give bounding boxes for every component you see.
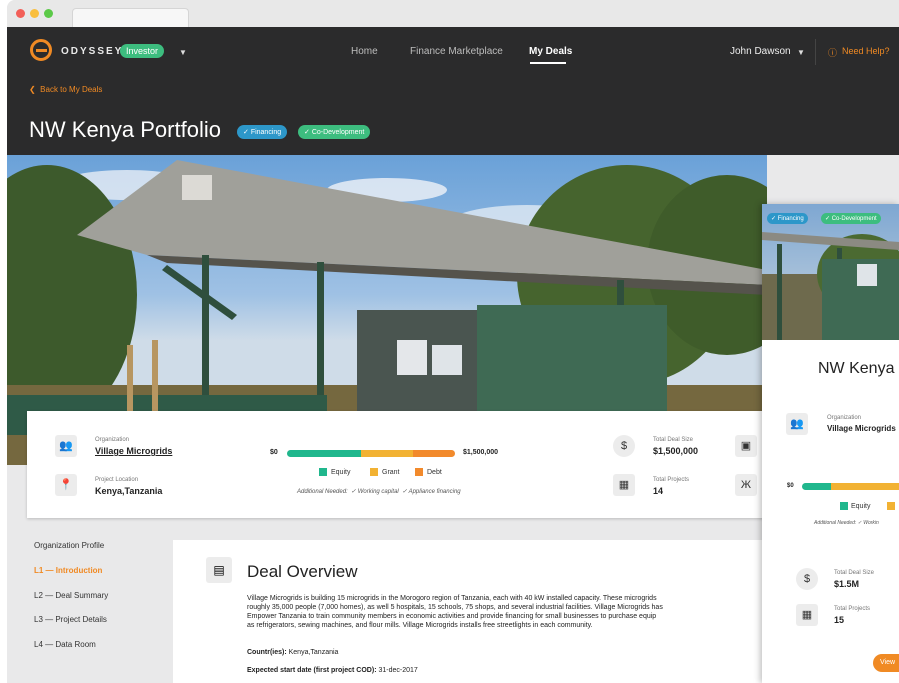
bar-min-label: $0: [270, 449, 278, 456]
panel-projects-label: Total Projects: [834, 606, 871, 612]
panel-bar-min: $0: [787, 483, 794, 489]
view-deal-button[interactable]: View: [873, 654, 899, 672]
help-label: Need Help?: [842, 46, 890, 56]
overview-line: Village Microgrids is building 15 microg…: [247, 595, 657, 602]
panel-tag-co-development: ✓ Co-Development: [821, 213, 881, 224]
panel-deal-size-value: $1.5M: [834, 579, 860, 589]
browser-chrome: [7, 0, 899, 29]
nav-finance-marketplace[interactable]: Finance Marketplace: [410, 46, 503, 57]
user-dropdown-icon[interactable]: ▼: [797, 48, 805, 57]
deal-card-preview[interactable]: ✓ Financing ✓ Co-Development NW Kenya 👥 …: [762, 204, 899, 683]
overview-line: as refrigerators, sewing machines, and f…: [247, 622, 593, 629]
deal-header: ❮ Back to My Deals NW Kenya Portfolio ✓ …: [7, 77, 899, 155]
countries-row: Countr(ies): Kenya,Tanzania: [247, 649, 338, 656]
need-appliance-financing: Appliance financing: [408, 489, 461, 495]
legend-equity-swatch: [319, 468, 327, 476]
panel-legend-equity-swatch: [840, 502, 848, 510]
page-title: NW Kenya Portfolio: [29, 117, 221, 142]
close-dot[interactable]: [16, 9, 25, 18]
dollar-icon: $: [613, 435, 635, 457]
panel-group-icon: 👥: [786, 413, 808, 435]
need-working-capital: Working capital: [357, 489, 399, 495]
overview-title: Deal Overview: [247, 562, 358, 581]
org-label: Organization: [95, 437, 130, 443]
browser-window: ODYSSEY Investor ▼ Home Finance Marketpl…: [7, 0, 899, 683]
role-badge[interactable]: Investor: [120, 44, 165, 58]
overview-text: Village Microgrids is building 15 microg…: [247, 594, 767, 630]
deal-overview-section: ▤ Deal Overview Village Microgrids is bu…: [173, 540, 773, 683]
zoom-dot[interactable]: [44, 9, 53, 18]
nav-home[interactable]: Home: [351, 46, 378, 57]
sidebar-item-data-room[interactable]: L4 — Data Room: [34, 640, 96, 649]
sidebar-item-introduction[interactable]: L1 — Introduction: [34, 566, 102, 575]
location-value: Kenya,Tanzania: [95, 486, 163, 496]
back-label: Back to My Deals: [40, 85, 103, 94]
pin-icon: 📍: [55, 474, 77, 496]
panel-legend-equity: Equity: [851, 503, 871, 510]
panel-bar-grant: [831, 483, 899, 490]
panel-projects-value: 15: [834, 615, 845, 625]
countries-value: Kenya,Tanzania: [288, 649, 339, 656]
sidebar-item-project-details[interactable]: L3 — Project Details: [34, 615, 107, 624]
org-link[interactable]: Village Microgrids: [95, 446, 172, 456]
chart-icon: ▣: [735, 435, 757, 457]
panel-additional-needed: Additional Needed: ✓ Workin: [814, 520, 879, 526]
tag-financing: ✓ Financing: [237, 125, 288, 139]
deal-size-label: Total Deal Size: [653, 437, 694, 443]
panel-legend-grant-swatch: [887, 502, 895, 510]
legend-debt-swatch: [415, 468, 423, 476]
role-dropdown-icon[interactable]: ▼: [179, 48, 187, 57]
legend-debt: Debt: [427, 469, 442, 476]
deal-card-photo: ✓ Financing ✓ Co-Development: [762, 204, 899, 340]
back-chevron-icon: ❮: [29, 85, 36, 94]
start-date-label: Expected start date (first project COD):: [247, 667, 377, 674]
solar-panel-icon: ▦: [613, 474, 635, 496]
deal-card-illustration: [762, 232, 899, 340]
legend-grant: Grant: [382, 469, 400, 476]
start-date-value: 31-dec-2017: [378, 667, 418, 674]
sidebar-item-org-profile[interactable]: Organization Profile: [34, 541, 104, 550]
panel-org-label: Organization: [827, 415, 862, 421]
browser-tab[interactable]: [72, 8, 189, 29]
panel-solar-panel-icon: ▦: [796, 604, 818, 626]
user-menu[interactable]: John Dawson: [730, 46, 791, 57]
funding-bar-debt: [413, 450, 455, 457]
projects-value: 14: [653, 486, 664, 496]
group-icon: 👥: [55, 435, 77, 457]
location-label: Project Location: [95, 477, 139, 483]
panel-deal-size-label: Total Deal Size: [834, 570, 875, 576]
help-circle-icon: ⓘ: [828, 48, 838, 58]
overview-line: roughly 35,000 people (7,000 homes), as …: [247, 604, 663, 611]
panel-org-value[interactable]: Village Microgrids: [827, 424, 896, 433]
tower-icon: Ж: [735, 474, 757, 496]
back-link[interactable]: ❮ Back to My Deals: [29, 85, 102, 94]
panel-dollar-icon: $: [796, 568, 818, 590]
overview-line: Empower Tanzania to train community memb…: [247, 613, 657, 620]
start-date-row: Expected start date (first project COD):…: [247, 667, 418, 674]
deal-size-value: $1,500,000: [653, 446, 699, 456]
funding-bar-grant: [361, 450, 413, 457]
countries-label: Countr(ies):: [247, 649, 287, 656]
sidebar-item-deal-summary[interactable]: L2 — Deal Summary: [34, 591, 108, 600]
document-icon: ▤: [206, 557, 232, 583]
active-nav-underline: [530, 62, 566, 64]
bar-max-label: $1,500,000: [463, 449, 499, 456]
nav-my-deals[interactable]: My Deals: [529, 46, 572, 57]
projects-label: Total Projects: [653, 477, 690, 483]
odyssey-logo-icon[interactable]: [30, 39, 52, 61]
top-nav: ODYSSEY Investor ▼ Home Finance Marketpl…: [7, 27, 899, 77]
funding-bar-equity: [287, 450, 361, 457]
tag-co-development: ✓ Co-Development: [298, 125, 371, 139]
help-button[interactable]: ⓘ Need Help?: [815, 39, 899, 65]
minimize-dot[interactable]: [30, 9, 39, 18]
legend-equity: Equity: [331, 469, 351, 476]
deal-info-card: 👥 Organization Village Microgrids 📍 Proj…: [27, 411, 767, 518]
legend-grant-swatch: [370, 468, 378, 476]
panel-title: NW Kenya: [818, 360, 895, 377]
panel-tag-financing: ✓ Financing: [767, 213, 808, 224]
additional-needed-label: Additional Needed:: [297, 489, 348, 495]
additional-needed: Additional Needed: ✓ Working capital ✓ A…: [297, 489, 461, 495]
brand-name[interactable]: ODYSSEY: [61, 46, 123, 57]
